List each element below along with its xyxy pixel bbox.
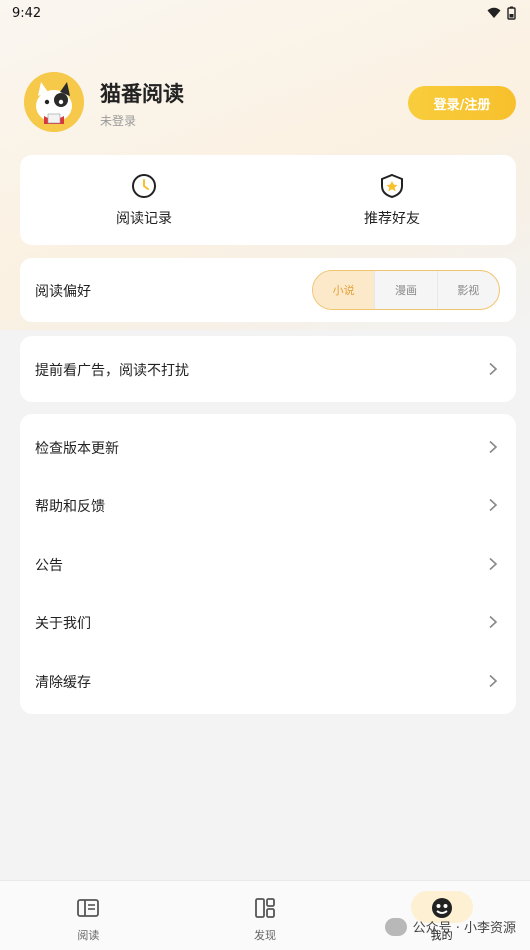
login-register-button[interactable]: 登录/注册 xyxy=(408,86,516,120)
reading-preference-card: 阅读偏好 小说 漫画 影视 xyxy=(20,258,516,322)
menu-item-label: 公告 xyxy=(35,558,63,574)
discover-icon xyxy=(252,895,278,921)
menu-item-label: 关于我们 xyxy=(35,616,91,632)
nav-tab-reading[interactable]: 阅读 xyxy=(0,881,177,950)
chevron-right-icon xyxy=(489,362,498,376)
app-name: 猫番阅读 xyxy=(100,82,184,106)
status-time: 9:42 xyxy=(12,5,42,21)
reading-history-label: 阅读记录 xyxy=(116,211,172,227)
recommend-friends-button[interactable]: 推荐好友 xyxy=(268,155,516,245)
avatar[interactable] xyxy=(24,72,84,132)
menu-item-label: 帮助和反馈 xyxy=(35,499,105,515)
menu-item-clear-cache[interactable]: 清除缓存 xyxy=(20,652,516,710)
watch-ad-row[interactable]: 提前看广告，阅读不打扰 xyxy=(20,336,516,402)
login-status: 未登录 xyxy=(100,114,137,128)
battery-icon xyxy=(507,6,516,20)
book-icon xyxy=(75,895,101,921)
nav-tab-discover[interactable]: 发现 xyxy=(177,881,354,950)
reading-preference-label: 阅读偏好 xyxy=(35,284,91,300)
menu-item-label: 检查版本更新 xyxy=(35,441,119,457)
settings-menu-card: 检查版本更新 帮助和反馈 公告 关于我们 清除缓存 xyxy=(20,414,516,714)
chevron-right-icon xyxy=(489,440,498,454)
menu-item-about-us[interactable]: 关于我们 xyxy=(20,593,516,651)
menu-item-help-feedback[interactable]: 帮助和反馈 xyxy=(20,476,516,534)
preference-option-novel[interactable]: 小说 xyxy=(313,271,375,309)
wifi-icon xyxy=(487,7,501,18)
nav-tab-mine[interactable]: 我的 xyxy=(353,881,530,950)
clock-icon xyxy=(130,172,158,200)
chevron-right-icon xyxy=(489,557,498,571)
watch-ad-label: 提前看广告，阅读不打扰 xyxy=(35,363,189,379)
preference-option-comic[interactable]: 漫画 xyxy=(374,271,436,309)
menu-item-announcement[interactable]: 公告 xyxy=(20,535,516,593)
cat-avatar-icon xyxy=(24,72,84,132)
chevron-right-icon xyxy=(489,498,498,512)
preference-segmented-control: 小说 漫画 影视 xyxy=(312,270,500,310)
wechat-icon xyxy=(384,917,407,936)
watermark-text: 公众号 · 小李资源 xyxy=(412,921,516,936)
preference-option-video[interactable]: 影视 xyxy=(436,271,499,309)
chevron-right-icon xyxy=(489,615,498,629)
watermark: 公众号 · 小李资源 xyxy=(384,917,516,936)
menu-item-check-update[interactable]: 检查版本更新 xyxy=(20,418,516,476)
reading-history-button[interactable]: 阅读记录 xyxy=(20,155,268,245)
quick-actions-card: 阅读记录 推荐好友 xyxy=(20,155,516,245)
bottom-navigation: 阅读 发现 我的 xyxy=(0,880,530,950)
profile-section: 猫番阅读 未登录 登录/注册 xyxy=(24,72,516,134)
recommend-friends-label: 推荐好友 xyxy=(364,211,420,227)
shield-star-icon xyxy=(378,172,406,200)
nav-tab-label: 阅读 xyxy=(77,929,100,942)
nav-tab-label: 发现 xyxy=(254,929,276,942)
menu-item-label: 清除缓存 xyxy=(35,675,91,691)
status-bar: 9:42 xyxy=(0,0,530,26)
chevron-right-icon xyxy=(489,674,498,688)
